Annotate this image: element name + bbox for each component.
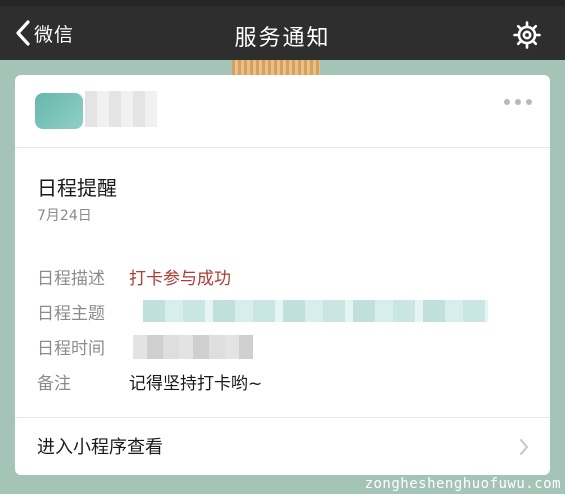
notification-card: 日程提醒 7月24日 日程描述 打卡参与成功 日程主题 日程时间 备注 记得坚持… bbox=[15, 75, 550, 475]
header-divider bbox=[15, 147, 550, 148]
blurred-topic-value bbox=[143, 300, 488, 322]
navigation-bar: 微信 服务通知 bbox=[0, 6, 565, 60]
watermark: zongheshenghuofuwu.com bbox=[364, 476, 561, 492]
field-label: 日程时间 bbox=[37, 339, 105, 359]
field-value: 打卡参与成功 bbox=[129, 269, 231, 289]
card-header bbox=[15, 75, 550, 147]
more-dots-icon[interactable] bbox=[504, 99, 532, 105]
avatar bbox=[35, 93, 83, 129]
blurred-account-name bbox=[85, 91, 157, 127]
field-label: 日程描述 bbox=[37, 269, 105, 289]
card-date: 7月24日 bbox=[37, 208, 92, 224]
chevron-right-icon bbox=[520, 439, 528, 455]
field-label: 日程主题 bbox=[37, 304, 105, 324]
gear-icon[interactable] bbox=[513, 21, 541, 49]
page-title: 服务通知 bbox=[234, 26, 331, 51]
field-label: 备注 bbox=[37, 374, 71, 394]
blurred-time-value bbox=[133, 335, 253, 359]
background-image-peek bbox=[232, 60, 320, 76]
open-mini-program-button[interactable]: 进入小程序查看 bbox=[15, 418, 550, 475]
card-title: 日程提醒 bbox=[37, 176, 117, 200]
open-mini-program-label: 进入小程序查看 bbox=[37, 437, 163, 458]
field-value: 记得坚持打卡哟~ bbox=[129, 374, 263, 394]
